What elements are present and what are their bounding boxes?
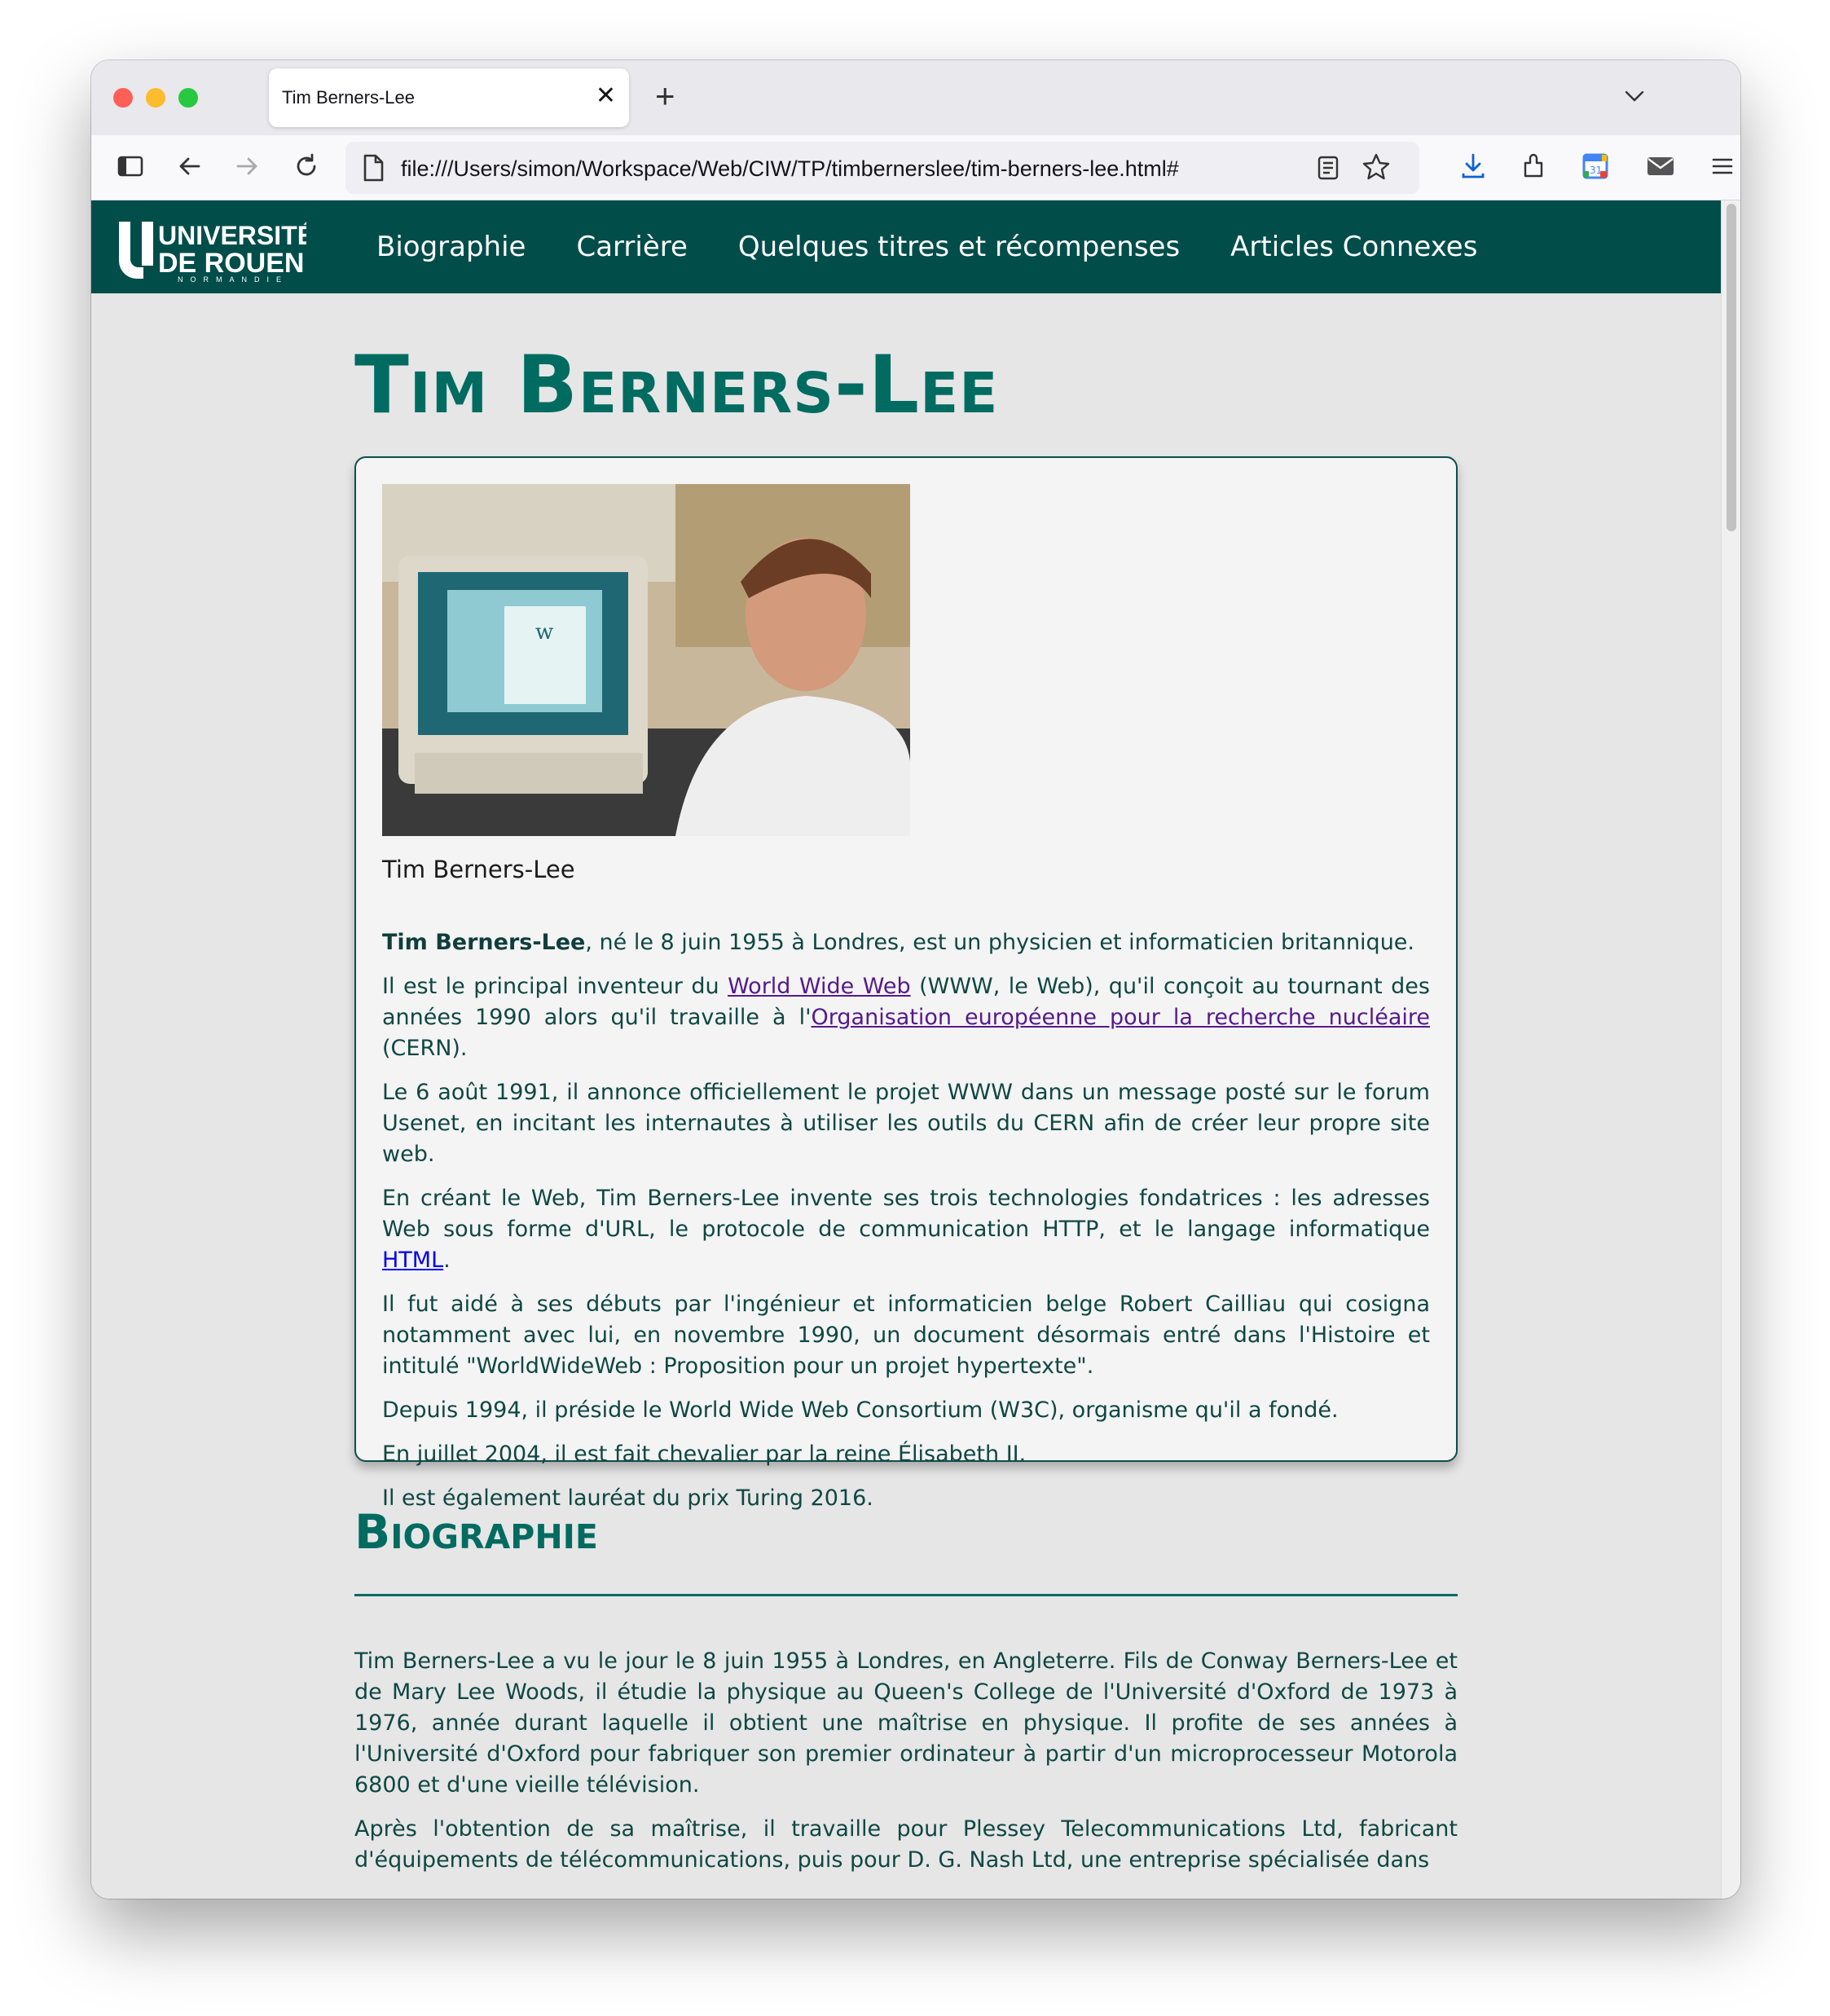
link-world-wide-web[interactable]: World Wide Web — [728, 974, 911, 999]
intro-paragraph: Le 6 août 1991, il annonce officiellemen… — [382, 1080, 1430, 1167]
new-tab-button[interactable]: + — [655, 75, 675, 117]
link-html[interactable]: HTML — [382, 1248, 443, 1273]
browser-window: Tim Berners-Lee ✕ + file:///Users/simon/… — [91, 60, 1740, 1899]
section-divider — [354, 1594, 1458, 1596]
link-cern[interactable]: Organisation européenne pour la recherch… — [812, 1005, 1430, 1030]
university-logo[interactable]: UNIVERSITÉ DE ROUEN NORMANDIE — [117, 217, 315, 284]
close-window-button[interactable] — [113, 88, 133, 108]
intro-paragraph: Il fut aidé à ses débuts par l'ingénieur… — [382, 1292, 1430, 1379]
site-header: UNIVERSITÉ DE ROUEN NORMANDIE Biographie… — [91, 200, 1721, 293]
svg-text:31: 31 — [1590, 165, 1602, 176]
biography-text: Tim Berners-Lee a vu le jour le 8 juin 1… — [354, 1646, 1458, 1889]
svg-text:DE ROUEN: DE ROUEN — [158, 248, 304, 279]
url-text[interactable]: file:///Users/simon/Workspace/Web/CIW/TP… — [401, 156, 1179, 182]
section-heading-biographie: Biographie — [354, 1504, 598, 1560]
back-icon[interactable] — [173, 150, 205, 183]
intro-paragraph: Depuis 1994, il préside le World Wide We… — [382, 1398, 1339, 1423]
main-nav: Biographie Carrière Quelques titres et r… — [376, 200, 1477, 293]
list-all-tabs-icon[interactable] — [1618, 80, 1651, 112]
sidebar-icon[interactable] — [114, 150, 147, 183]
tab-title: Tim Berners-Lee — [282, 87, 416, 108]
zoom-window-button[interactable] — [178, 88, 198, 108]
intro-card: w Tim Berners-Lee Tim Berners-Lee, né le… — [354, 456, 1458, 1511]
forward-icon[interactable] — [231, 150, 264, 183]
page-title: Tim Berners-Lee — [354, 339, 999, 432]
page-viewport: UNIVERSITÉ DE ROUEN NORMANDIE Biographie… — [91, 200, 1721, 1899]
bookmark-star-icon[interactable] — [1361, 152, 1392, 187]
reader-view-icon[interactable] — [1313, 153, 1343, 187]
intro-name: Tim Berners-Lee — [382, 930, 586, 955]
photo-caption: Tim Berners-Lee — [382, 856, 575, 883]
downloads-icon[interactable] — [1457, 150, 1489, 183]
portrait-photo: w — [382, 484, 910, 836]
intro-text: Tim Berners-Lee, né le 8 juin 1955 à Lon… — [382, 927, 1430, 1527]
nav-articles-connexes[interactable]: Articles Connexes — [1230, 231, 1477, 263]
nav-carriere[interactable]: Carrière — [576, 231, 687, 263]
vertical-scrollbar[interactable] — [1721, 200, 1740, 1899]
nav-titres-recompenses[interactable]: Quelques titres et récompenses — [738, 231, 1180, 263]
intro-paragraph: En juillet 2004, il est fait chevalier p… — [382, 1442, 1027, 1467]
reload-icon[interactable] — [290, 150, 323, 183]
calendar-icon[interactable]: 31 — [1579, 150, 1612, 183]
tab-active[interactable]: Tim Berners-Lee ✕ — [269, 68, 629, 127]
bio-paragraph: Après l'obtention de sa maîtrise, il tra… — [354, 1816, 1458, 1873]
svg-text:UNIVERSITÉ: UNIVERSITÉ — [158, 221, 306, 250]
menu-icon[interactable] — [1706, 150, 1739, 183]
extensions-icon[interactable] — [1517, 150, 1550, 183]
intro-paragraph: Il est le principal inventeur du World W… — [382, 974, 1430, 1061]
page-icon — [360, 153, 386, 187]
scrollbar-thumb[interactable] — [1727, 204, 1736, 531]
intro-paragraph: Tim Berners-Lee, né le 8 juin 1955 à Lon… — [382, 930, 1415, 955]
minimize-window-button[interactable] — [146, 88, 165, 108]
svg-text:w: w — [535, 620, 553, 645]
mail-icon[interactable] — [1644, 150, 1677, 183]
navigation-toolbar: file:///Users/simon/Workspace/Web/CIW/TP… — [91, 135, 1740, 200]
tab-strip: Tim Berners-Lee ✕ + — [91, 60, 1740, 135]
intro-paragraph: En créant le Web, Tim Berners-Lee invent… — [382, 1186, 1430, 1273]
address-bar[interactable]: file:///Users/simon/Workspace/Web/CIW/TP… — [345, 142, 1419, 194]
nav-biographie[interactable]: Biographie — [376, 231, 526, 263]
bio-paragraph: Tim Berners-Lee a vu le jour le 8 juin 1… — [354, 1648, 1458, 1798]
tab-close-icon[interactable]: ✕ — [596, 80, 616, 112]
svg-text:NORMANDIE: NORMANDIE — [178, 275, 288, 282]
